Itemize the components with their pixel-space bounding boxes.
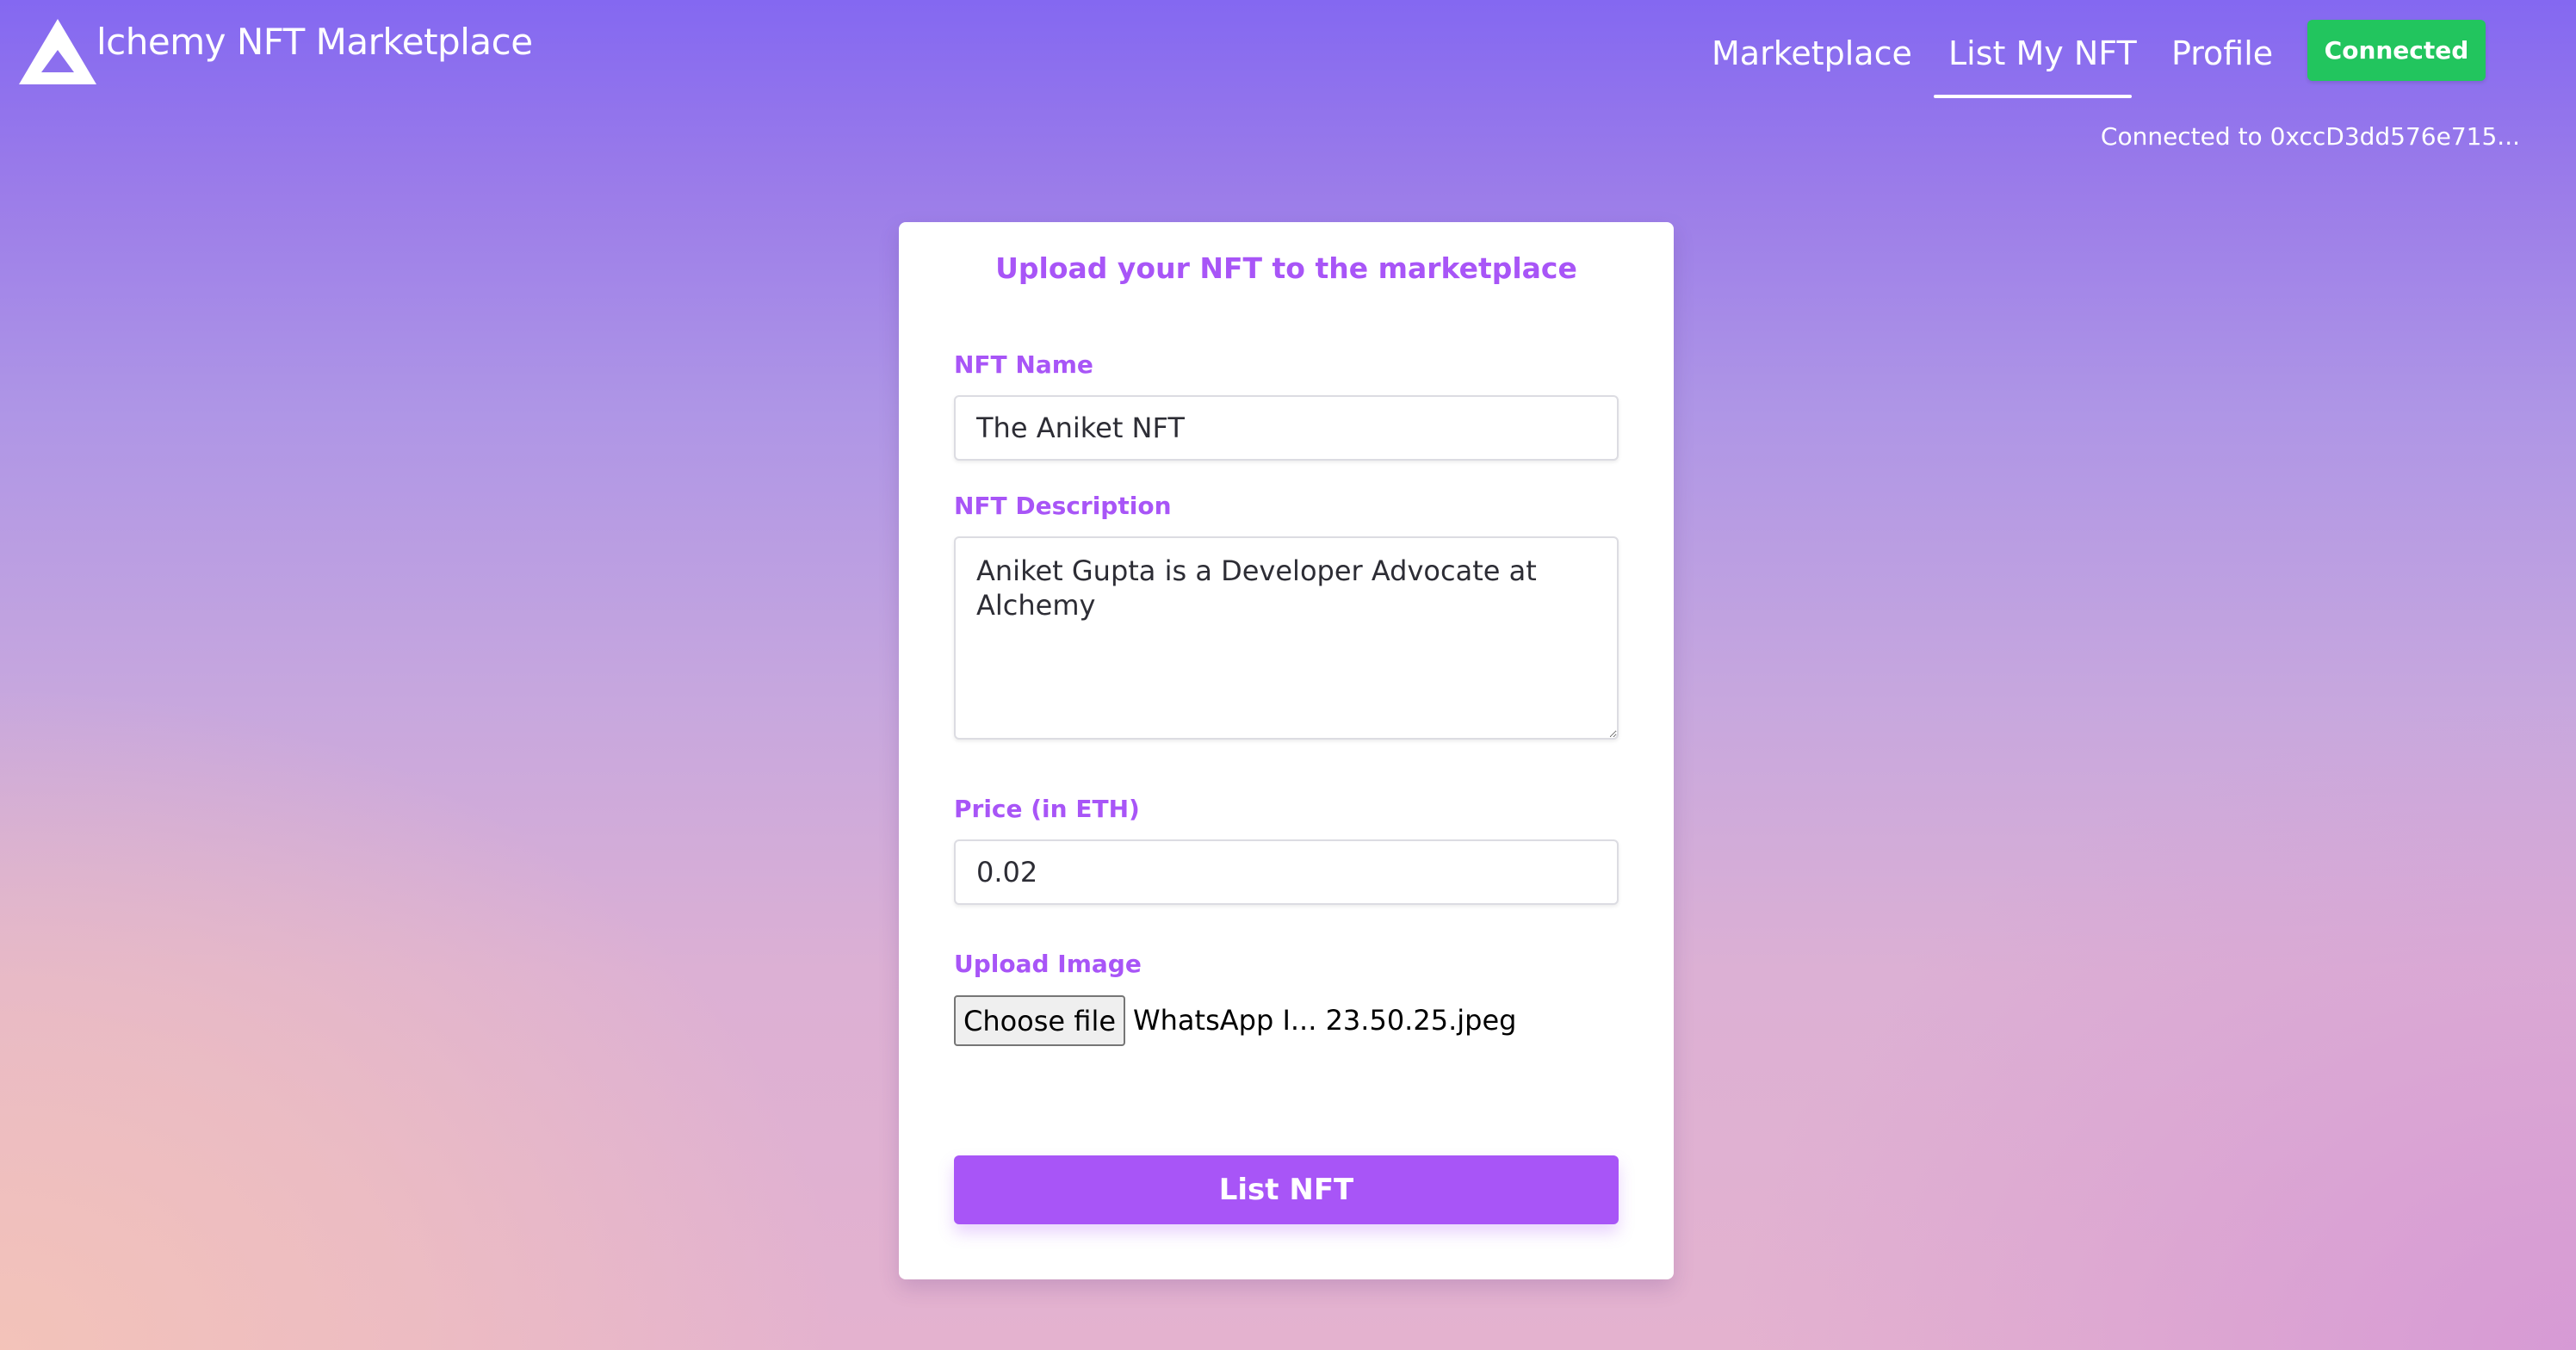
nft-description-label: NFT Description bbox=[954, 492, 1172, 520]
price-label: Price (in ETH) bbox=[954, 795, 1140, 823]
nft-name-input[interactable] bbox=[954, 395, 1619, 461]
connect-wallet-button[interactable]: Connected bbox=[2307, 20, 2486, 81]
active-nav-indicator bbox=[1934, 95, 2132, 98]
connected-address: Connected to 0xccD3dd576e715... bbox=[2100, 122, 2520, 151]
list-nft-button[interactable]: List NFT bbox=[954, 1155, 1619, 1224]
price-input[interactable] bbox=[954, 839, 1619, 905]
nav-list-my-nft[interactable]: List My NFT bbox=[1948, 34, 2137, 72]
upload-form-card bbox=[899, 222, 1674, 1279]
nav-profile[interactable]: Profile bbox=[2171, 34, 2273, 72]
nft-name-label: NFT Name bbox=[954, 350, 1093, 379]
alchemy-logo-icon[interactable] bbox=[17, 17, 98, 86]
choose-file-button[interactable]: Choose file bbox=[954, 995, 1125, 1046]
upload-image-label: Upload Image bbox=[954, 950, 1142, 978]
selected-file-name: WhatsApp I... 23.50.25.jpeg bbox=[1133, 1004, 1517, 1037]
brand-title[interactable]: lchemy NFT Marketplace bbox=[96, 21, 533, 63]
form-title: Upload your NFT to the marketplace bbox=[995, 251, 1577, 285]
nav-marketplace[interactable]: Marketplace bbox=[1712, 34, 1912, 72]
nft-description-input[interactable]: Aniket Gupta is a Developer Advocate at … bbox=[954, 536, 1619, 740]
